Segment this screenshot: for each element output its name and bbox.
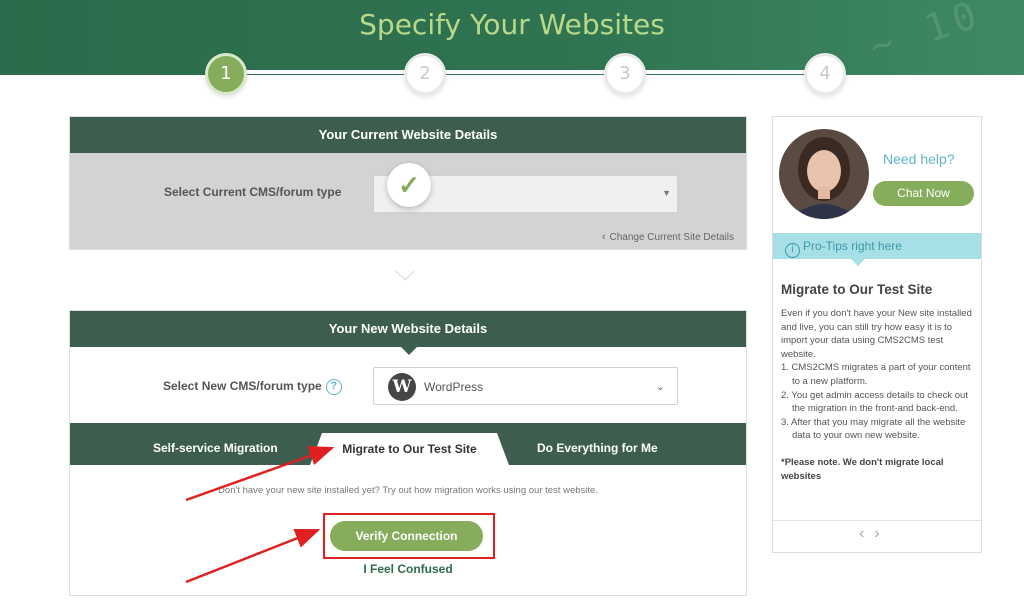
- page-header: ~ 10 Specify Your Websites: [0, 0, 1024, 75]
- current-website-panel: Your Current Website Details Select Curr…: [69, 116, 747, 250]
- chevron-left-icon[interactable]: ‹: [859, 525, 874, 542]
- step-3[interactable]: 3: [604, 53, 646, 95]
- new-cms-label-text: Select New CMS/forum type: [163, 379, 322, 394]
- heading-notch: [401, 347, 417, 355]
- chat-now-button[interactable]: Chat Now: [873, 181, 974, 206]
- tip-item: 2. You get admin access details to check…: [781, 389, 968, 415]
- tip-body: Even if you don't have your New site ins…: [781, 307, 977, 483]
- tab-self-service[interactable]: Self-service Migration: [153, 423, 278, 465]
- selected-cms-value: WordPress: [424, 380, 484, 394]
- new-website-heading-text: Your New Website Details: [328, 321, 488, 336]
- need-help-text: Need help?: [883, 151, 955, 167]
- change-current-site-label: Change Current Site Details: [609, 232, 734, 243]
- verify-connection-button[interactable]: Verify Connection: [330, 521, 483, 551]
- change-current-site-link[interactable]: ‹ Change Current Site Details: [602, 231, 734, 243]
- page-title: Specify Your Websites: [359, 8, 665, 41]
- current-website-heading: Your Current Website Details: [70, 117, 746, 153]
- stepper-line: [226, 70, 824, 74]
- chevron-down-icon: ⌄: [655, 381, 665, 393]
- tab-test-site[interactable]: Migrate to Our Test Site: [310, 433, 509, 465]
- step-2[interactable]: 2: [404, 53, 446, 95]
- avatar: [779, 129, 869, 219]
- tip-item: 3. After that you may migrate all the we…: [781, 416, 966, 442]
- chevron-right-icon[interactable]: ›: [874, 525, 889, 542]
- tip-title: Migrate to Our Test Site: [781, 282, 933, 297]
- help-icon[interactable]: ?: [325, 379, 342, 395]
- tip-pager: ‹›: [859, 525, 890, 543]
- sidebar-divider: [773, 520, 981, 521]
- current-cms-label: Select Current CMS/forum type: [164, 185, 342, 199]
- pro-tips-notch: [851, 259, 865, 266]
- test-site-hint: Don't have your new site installed yet? …: [218, 485, 598, 496]
- chevron-down-icon: [395, 270, 415, 282]
- chevron-left-icon: ‹: [601, 231, 606, 243]
- new-cms-select[interactable]: W WordPress ⌄: [373, 367, 678, 405]
- step-1[interactable]: 1: [205, 53, 247, 95]
- new-website-panel: Your New Website Details Select New CMS/…: [69, 310, 747, 596]
- tip-intro: Even if you don't have your New site ins…: [781, 308, 972, 360]
- tab-do-everything[interactable]: Do Everything for Me: [537, 423, 658, 465]
- pro-tips-banner: i Pro-Tips right here: [773, 233, 981, 259]
- wordpress-logo-icon: W: [388, 373, 416, 401]
- migration-tabs: Self-service Migration Migrate to Our Te…: [70, 423, 746, 465]
- new-cms-label: Select New CMS/forum type?: [163, 379, 342, 395]
- tip-item: 1. CMS2CMS migrates a part of your conte…: [781, 362, 971, 387]
- tip-note: *Please note. We don't migrate local web…: [781, 456, 944, 482]
- help-sidebar: Need help? Chat Now i Pro-Tips right here…: [772, 116, 982, 553]
- caret-down-icon: ▼: [662, 188, 671, 198]
- checkmark-icon: ✓: [387, 163, 431, 207]
- pro-tips-text: Pro-Tips right here: [803, 239, 902, 253]
- new-website-heading: Your New Website Details: [70, 311, 746, 355]
- info-icon: i: [785, 243, 800, 258]
- i-feel-confused-link[interactable]: I Feel Confused: [70, 562, 746, 576]
- step-4[interactable]: 4: [804, 53, 846, 95]
